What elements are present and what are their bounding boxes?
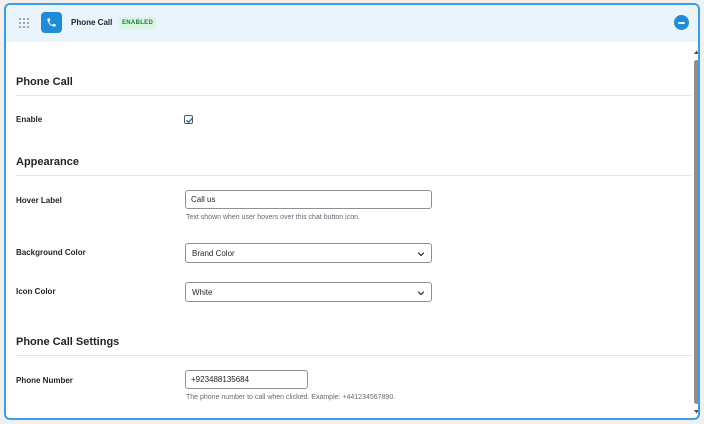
chevron-down-icon: [417, 252, 425, 257]
section-title-appearance: Appearance: [16, 156, 79, 168]
panel-content: Phone Call Enable Appearance Hover Label…: [6, 42, 692, 418]
hover-label-input[interactable]: [185, 190, 432, 209]
hover-label-help: Text shown when user hovers over this ch…: [186, 214, 360, 221]
panel-header[interactable]: Phone Call ENABLED: [6, 5, 698, 42]
section-divider: [16, 95, 692, 96]
status-badge: ENABLED: [119, 17, 157, 29]
drag-handle-icon[interactable]: [19, 18, 29, 28]
enable-checkbox[interactable]: [184, 115, 193, 124]
section-title-phone-call: Phone Call: [16, 76, 73, 88]
phone-icon: [41, 12, 62, 33]
panel-title: Phone Call: [71, 18, 113, 27]
scroll-thumb[interactable]: [694, 60, 698, 404]
scroll-up-arrow-icon[interactable]: [694, 50, 699, 54]
checkmark-icon: [186, 117, 193, 124]
chevron-down-icon: [417, 291, 425, 296]
icon-color-label: Icon Color: [16, 287, 56, 296]
collapse-button[interactable]: [674, 15, 689, 30]
scroll-down-arrow-icon[interactable]: [694, 410, 699, 414]
phone-number-label: Phone Number: [16, 376, 73, 385]
enable-label: Enable: [16, 115, 43, 124]
icon-color-select[interactable]: White: [185, 282, 432, 302]
section-divider: [16, 175, 692, 176]
background-color-value: Brand Color: [192, 249, 235, 258]
scrollbar[interactable]: [693, 42, 699, 418]
phone-call-panel: Phone Call ENABLED Phone Call Enable App…: [4, 3, 700, 420]
section-divider: [16, 355, 692, 356]
phone-number-help: The phone number to call when clicked. E…: [186, 394, 396, 401]
icon-color-value: White: [192, 288, 213, 297]
background-color-select[interactable]: Brand Color: [185, 243, 432, 263]
background-color-label: Background Color: [16, 248, 86, 257]
hover-label-label: Hover Label: [16, 196, 62, 205]
phone-number-input[interactable]: [185, 370, 308, 389]
section-title-phone-call-settings: Phone Call Settings: [16, 336, 120, 348]
